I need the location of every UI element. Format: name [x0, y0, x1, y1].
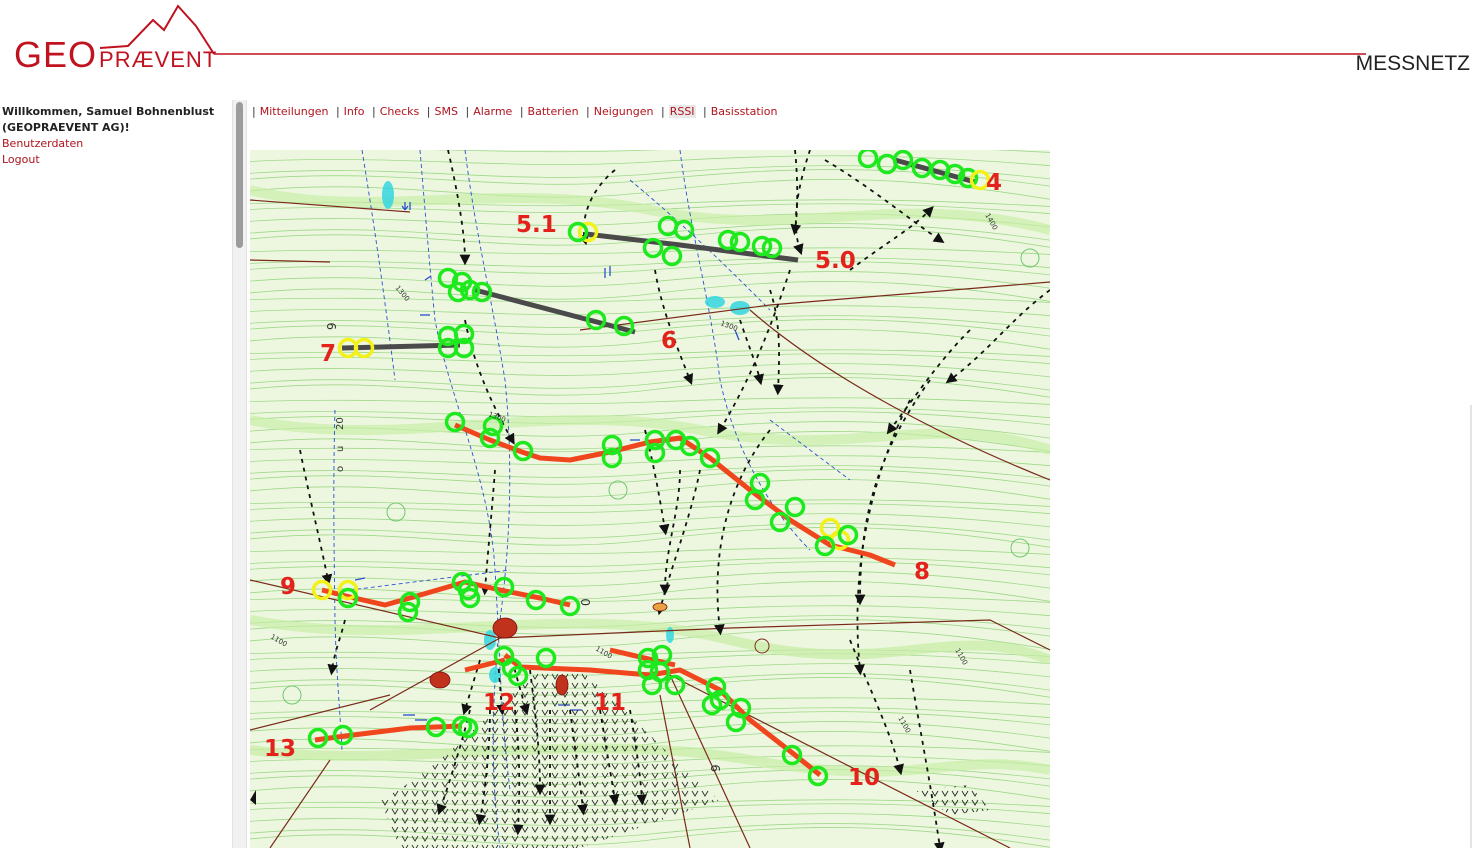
nav-batterien[interactable]: Batterien: [528, 105, 579, 118]
line-label-12: 12: [483, 690, 515, 716]
welcome-text: Willkommen, Samuel Bohnenblust (GEOPRAEV…: [2, 104, 227, 136]
misc-label: 9: [709, 764, 723, 772]
line-label-11: 11: [594, 690, 626, 716]
nav-separator: |: [703, 105, 707, 118]
nav-info[interactable]: Info: [344, 105, 365, 118]
misc-label: 9: [325, 322, 339, 330]
line-label-10: 10: [848, 765, 880, 791]
nav-alarme[interactable]: Alarme: [473, 105, 512, 118]
header: GEOPRÆVENT MESSNETZ: [0, 0, 1474, 95]
nav-separator: |: [371, 105, 376, 118]
nav-basisstation[interactable]: Basisstation: [711, 105, 778, 118]
misc-label: o: [335, 466, 346, 472]
nav-separator: |: [660, 105, 665, 118]
misc-label: u: [335, 446, 346, 452]
misc-label: 20: [335, 417, 346, 430]
scrollbar-thumb[interactable]: [236, 102, 243, 248]
nav-separator: |: [586, 105, 590, 118]
logo[interactable]: GEOPRÆVENT: [14, 34, 218, 75]
main-nav: | Mitteilungen | Info | Checks | SMS | Alarme…: [248, 104, 777, 120]
line-label-8: 8: [914, 559, 930, 585]
vertical-scrollbar[interactable]: [232, 100, 247, 848]
line-label-5-1: 5.1: [516, 212, 557, 238]
logo-geo-text: GEO: [14, 34, 98, 75]
nav-separator: |: [519, 105, 524, 118]
nav-separator: |: [465, 105, 470, 118]
misc-label: 0: [579, 598, 593, 606]
nav-separator: |: [426, 105, 431, 118]
nav-rssi[interactable]: RSSI: [668, 105, 696, 118]
welcome-line-1: Willkommen, Samuel Bohnenblust: [2, 105, 215, 118]
nav-sms[interactable]: SMS: [435, 105, 458, 118]
rssi-map[interactable]: 1400 1300 1300 1300 1100 1100 1100 1100 …: [250, 150, 1050, 848]
nav-separator: |: [252, 105, 256, 118]
logout-link[interactable]: Logout: [2, 152, 227, 168]
nav-mitteilungen[interactable]: Mitteilungen: [260, 105, 329, 118]
user-data-link[interactable]: Benutzerdaten: [2, 136, 227, 152]
welcome-line-2: (GEOPRAEVENT AG)!: [2, 121, 130, 134]
line-label-7: 7: [320, 341, 336, 367]
measurement-line: [341, 342, 461, 351]
line-label-4: 4: [986, 170, 1002, 196]
logo-praevent-text: PRÆVENT: [99, 47, 218, 72]
nav-separator: |: [335, 105, 340, 118]
line-label-13: 13: [264, 736, 296, 762]
nav-neigungen[interactable]: Neigungen: [594, 105, 654, 118]
nav-checks[interactable]: Checks: [380, 105, 420, 118]
line-label-5-0: 5.0: [815, 248, 856, 274]
map-svg: 1400 1300 1300 1300 1100 1100 1100 1100 …: [250, 150, 1050, 848]
header-logo-graphic: [99, 4, 1366, 55]
line-label-6: 6: [661, 328, 677, 354]
section-title: MESSNETZ: [1355, 52, 1470, 75]
line-label-9: 9: [280, 574, 296, 600]
sidebar: Willkommen, Samuel Bohnenblust (GEOPRAEV…: [2, 104, 227, 168]
right-edge: [1470, 405, 1472, 848]
